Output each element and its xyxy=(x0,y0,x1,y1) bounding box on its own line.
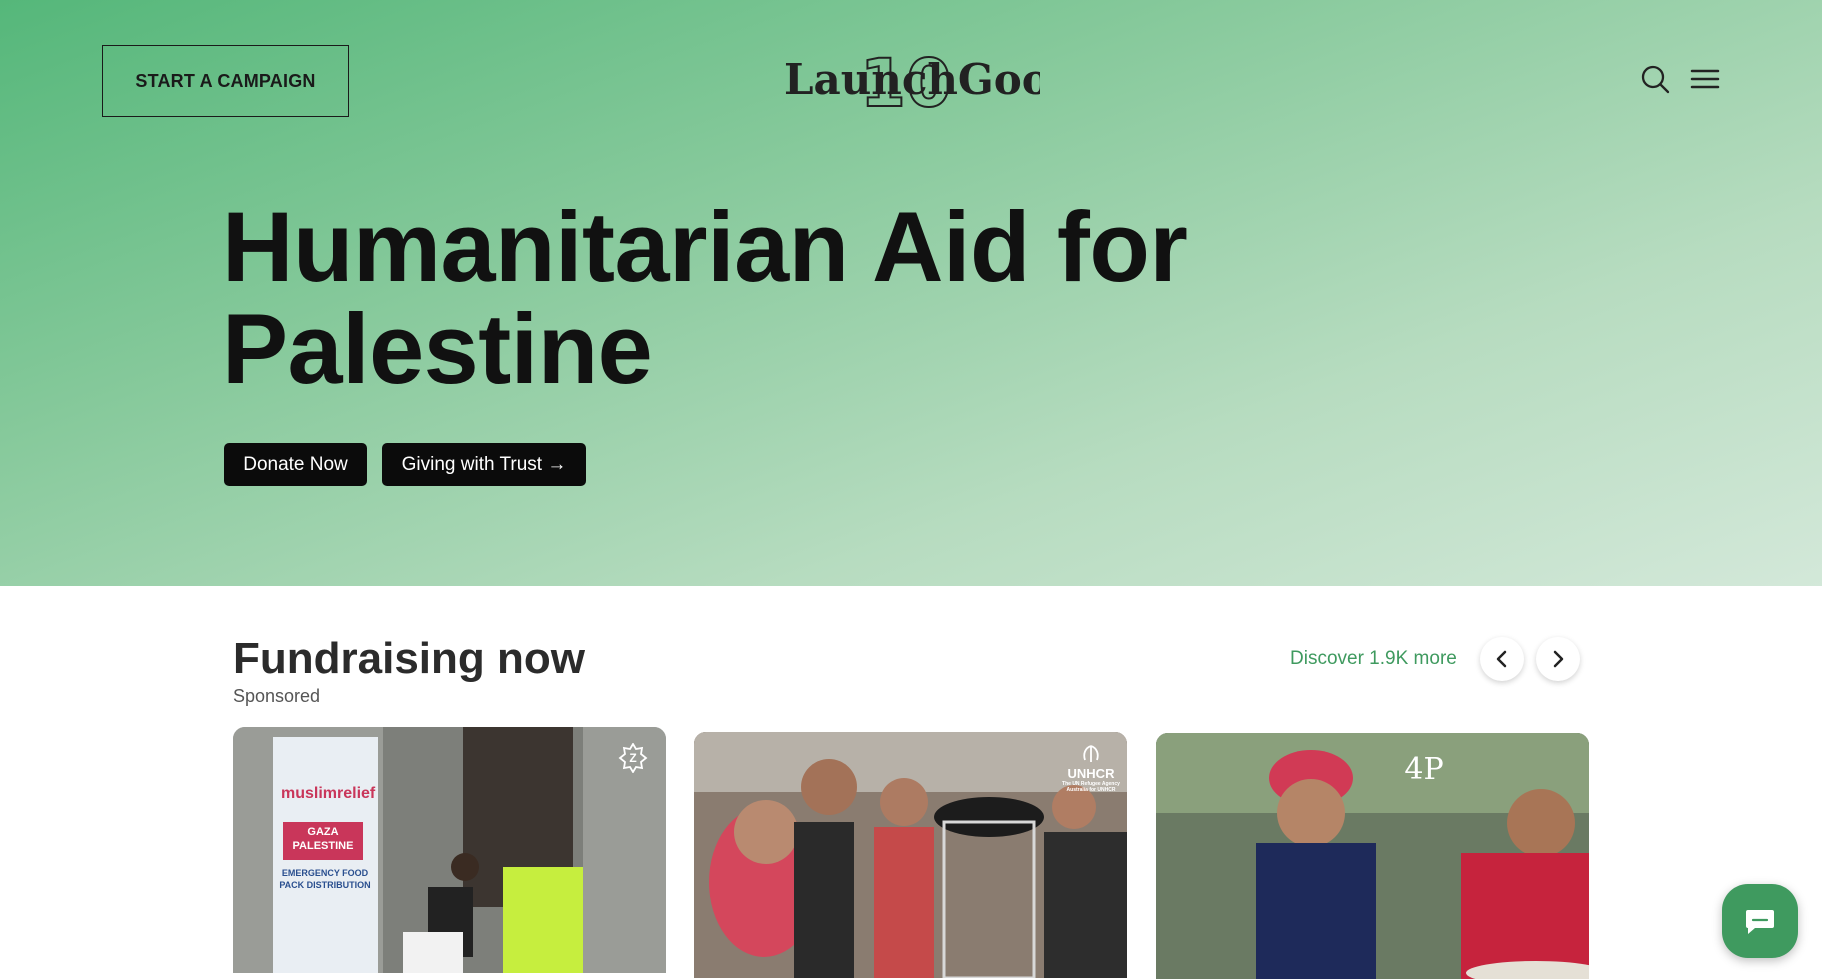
giving-with-trust-button[interactable]: Giving with Trust → xyxy=(382,443,586,486)
carousel-next-button[interactable] xyxy=(1536,637,1580,681)
chat-button[interactable] xyxy=(1722,884,1798,958)
unhcr-badge-text: UNHCR xyxy=(1067,765,1115,781)
banner-tag-text: GAZA PALESTINE xyxy=(292,826,354,852)
zakat-badge-text: Z xyxy=(629,751,637,765)
chevron-right-icon xyxy=(1553,650,1564,668)
unhcr-badge-sub: The UN Refugee Agency Australia for UNHC… xyxy=(1062,780,1120,793)
section-title: Fundraising now xyxy=(233,634,585,683)
donate-now-button[interactable]: Donate Now xyxy=(224,443,367,486)
campaign-card-1[interactable]: muslimrelief GAZA PALESTINE EMERGENCY FO… xyxy=(233,727,666,973)
search-icon[interactable] xyxy=(1638,62,1672,96)
launchgood-logo[interactable]: LaunchGood 10 xyxy=(784,44,1040,116)
zakat-badge-icon: Z xyxy=(614,739,652,777)
4p-logo-badge: 4P xyxy=(1389,739,1459,799)
carousel-prev-button[interactable] xyxy=(1480,637,1524,681)
unhcr-badge: UNHCR The UN Refugee Agency Australia fo… xyxy=(1059,736,1123,800)
4p-badge-text: 4P xyxy=(1404,751,1444,787)
chat-icon xyxy=(1746,910,1774,934)
hero-title: Humanitarian Aid for Palestine xyxy=(222,196,1222,400)
start-campaign-button[interactable]: START A CAMPAIGN xyxy=(102,45,349,117)
card-image-children-eating xyxy=(1156,733,1589,979)
unhcr-logo-icon xyxy=(1083,744,1099,762)
hero-title-line-1: Humanitarian Aid for xyxy=(222,191,1188,302)
logo-10-overlay: 10 xyxy=(859,44,953,116)
menu-icon[interactable] xyxy=(1688,62,1722,96)
campaign-card-3[interactable]: 4P xyxy=(1156,733,1589,979)
hero-section: START A CAMPAIGN LaunchGood 10 Humanitar… xyxy=(0,0,1822,586)
banner-org-text: muslimrelief xyxy=(281,785,376,802)
chevron-left-icon xyxy=(1496,650,1507,668)
campaign-card-2[interactable]: UNHCR The UN Refugee Agency Australia fo… xyxy=(694,732,1127,978)
discover-more-link[interactable]: Discover 1.9K more xyxy=(1290,648,1457,670)
banner-sub-text: EMERGENCY FOOD PACK DISTRIBUTION xyxy=(279,868,371,890)
hero-title-line-2: Palestine xyxy=(222,293,653,404)
section-subtitle: Sponsored xyxy=(233,686,321,706)
svg-text:10: 10 xyxy=(860,45,952,116)
